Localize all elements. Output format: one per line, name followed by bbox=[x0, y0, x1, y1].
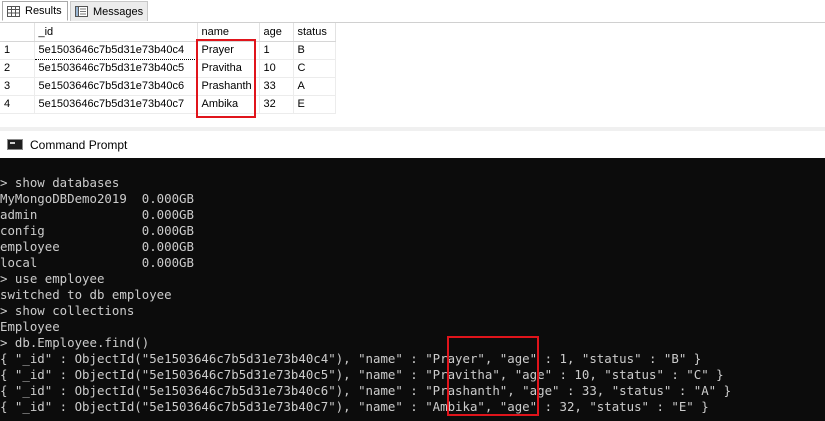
cell-id[interactable]: 5e1503646c7b5d31e73b40c5 bbox=[34, 59, 198, 78]
cell-age[interactable]: 33 bbox=[259, 77, 294, 96]
console-icon bbox=[7, 139, 23, 150]
console-line: { "_id" : ObjectId("5e1503646c7b5d31e73b… bbox=[0, 351, 702, 366]
cell-status[interactable]: A bbox=[293, 77, 336, 96]
cell-age[interactable]: 1 bbox=[259, 41, 294, 60]
column-header-id[interactable]: _id bbox=[34, 23, 198, 42]
console-line: switched to db employee bbox=[0, 287, 172, 302]
column-header-name[interactable]: name bbox=[197, 23, 260, 42]
cell-name[interactable]: Prayer bbox=[197, 41, 260, 60]
console-line: { "_id" : ObjectId("5e1503646c7b5d31e73b… bbox=[0, 367, 724, 382]
cell-status[interactable]: C bbox=[293, 59, 336, 78]
console-line: > db.Employee.find() bbox=[0, 335, 150, 350]
console-line: > show databases bbox=[0, 175, 120, 190]
table-row[interactable]: 3 5e1503646c7b5d31e73b40c6 Prashanth 33 … bbox=[0, 77, 336, 96]
messages-icon bbox=[75, 6, 88, 17]
cell-id[interactable]: 5e1503646c7b5d31e73b40c6 bbox=[34, 77, 198, 96]
cell-name[interactable]: Ambika bbox=[197, 95, 260, 114]
row-number[interactable]: 4 bbox=[0, 95, 35, 114]
console-line: admin 0.000GB bbox=[0, 207, 194, 222]
row-number[interactable]: 1 bbox=[0, 41, 35, 60]
column-header-status[interactable]: status bbox=[293, 23, 336, 42]
column-header-rownum[interactable] bbox=[0, 23, 35, 42]
results-grid: _id name age status 1 5e1503646c7b5d31e7… bbox=[0, 23, 336, 114]
cell-status[interactable]: E bbox=[293, 95, 336, 114]
console-line: > show collections bbox=[0, 303, 135, 318]
tab-messages-label: Messages bbox=[93, 5, 144, 18]
command-prompt-title: Command Prompt bbox=[30, 137, 128, 152]
cell-id[interactable]: 5e1503646c7b5d31e73b40c4 bbox=[33, 40, 198, 60]
cell-name[interactable]: Prashanth bbox=[197, 77, 260, 96]
results-grid-panel: _id name age status 1 5e1503646c7b5d31e7… bbox=[0, 23, 825, 127]
console-line: { "_id" : ObjectId("5e1503646c7b5d31e73b… bbox=[0, 399, 709, 414]
cell-age[interactable]: 10 bbox=[259, 59, 294, 78]
tab-results-label: Results bbox=[25, 5, 62, 17]
table-row[interactable]: 4 5e1503646c7b5d31e73b40c7 Ambika 32 E bbox=[0, 95, 336, 114]
console-line: Employee bbox=[0, 319, 60, 334]
cell-status[interactable]: B bbox=[293, 41, 336, 60]
console-line: > use employee bbox=[0, 271, 105, 286]
grid-icon bbox=[7, 5, 20, 17]
console-line: config 0.000GB bbox=[0, 223, 194, 238]
results-tab-bar: Results Messages bbox=[0, 0, 825, 23]
column-header-age[interactable]: age bbox=[259, 23, 294, 42]
console-line: local 0.000GB bbox=[0, 255, 194, 270]
cell-name[interactable]: Pravitha bbox=[197, 59, 260, 78]
console-output[interactable]: > show databases MyMongoDBDemo2019 0.000… bbox=[0, 158, 825, 421]
grid-header-row: _id name age status bbox=[0, 23, 336, 42]
cell-id[interactable]: 5e1503646c7b5d31e73b40c7 bbox=[34, 95, 198, 114]
row-number[interactable]: 3 bbox=[0, 77, 35, 96]
cell-age[interactable]: 32 bbox=[259, 95, 294, 114]
console-line: employee 0.000GB bbox=[0, 239, 194, 254]
console-line: MyMongoDBDemo2019 0.000GB bbox=[0, 191, 194, 206]
tab-messages[interactable]: Messages bbox=[70, 1, 148, 21]
tab-results[interactable]: Results bbox=[2, 1, 68, 21]
table-row[interactable]: 2 5e1503646c7b5d31e73b40c5 Pravitha 10 C bbox=[0, 59, 336, 78]
console-line: { "_id" : ObjectId("5e1503646c7b5d31e73b… bbox=[0, 383, 732, 398]
row-number[interactable]: 2 bbox=[0, 59, 35, 78]
command-prompt-titlebar: Command Prompt bbox=[0, 131, 825, 158]
table-row[interactable]: 1 5e1503646c7b5d31e73b40c4 Prayer 1 B bbox=[0, 40, 336, 60]
